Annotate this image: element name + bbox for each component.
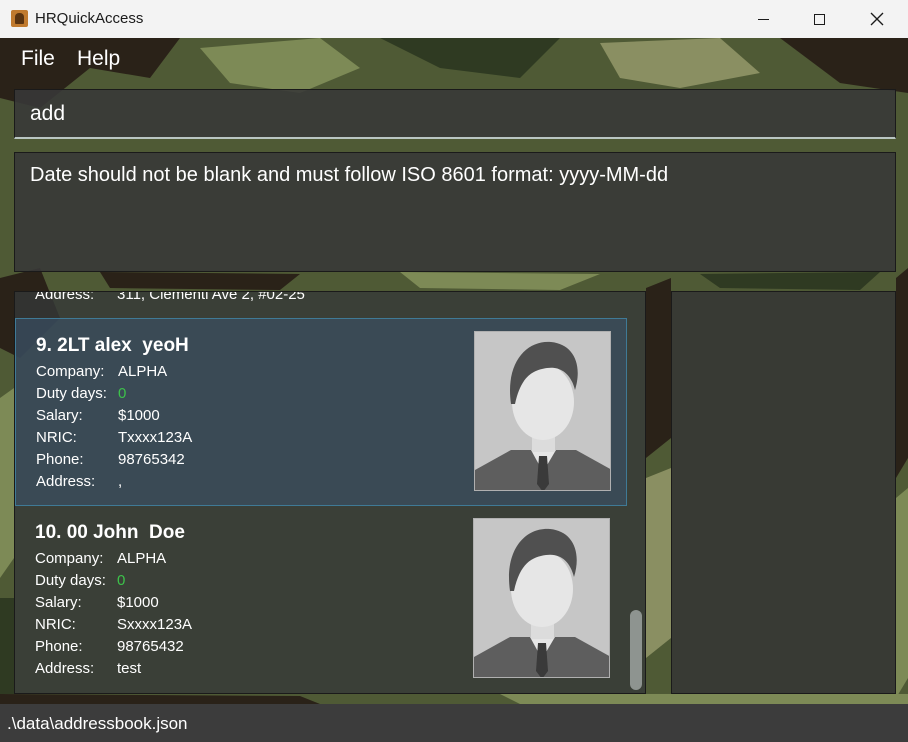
- profile-photo: [473, 518, 610, 678]
- phone-value: 98765342: [118, 451, 185, 468]
- person-avatar-icon: [474, 519, 609, 677]
- address-label: Address:: [35, 291, 95, 303]
- duty-days-value: 0: [117, 572, 126, 589]
- company-label: Company:: [35, 550, 104, 567]
- result-message: Date should not be blank and must follow…: [30, 164, 669, 186]
- result-display: Date should not be blank and must follow…: [14, 152, 896, 272]
- person-avatar-icon: [475, 332, 610, 490]
- status-bar: .\data\addressbook.json: [0, 704, 908, 742]
- details-panel: [671, 291, 896, 694]
- close-button[interactable]: [848, 0, 906, 38]
- duty-days-label: Duty days:: [36, 385, 107, 402]
- command-input[interactable]: add: [14, 89, 896, 139]
- app-contact-icon: [11, 10, 28, 27]
- command-input-value: add: [30, 102, 66, 125]
- address-value: 311, Clementi Ave 2, #02-25: [117, 291, 305, 303]
- menu-help[interactable]: Help: [77, 47, 120, 71]
- close-icon: [870, 12, 884, 26]
- person-card[interactable]: 10. 00 John Doe Company: ALPHA Duty days…: [15, 506, 627, 693]
- phone-label: Phone:: [35, 638, 83, 655]
- phone-label: Phone:: [36, 451, 84, 468]
- nric-label: NRIC:: [36, 429, 77, 446]
- address-label: Address:: [36, 473, 96, 490]
- maximize-icon: [813, 13, 825, 25]
- salary-label: Salary:: [35, 594, 82, 611]
- company-label: Company:: [36, 363, 105, 380]
- person-card-partial[interactable]: Address: 311, Clementi Ave 2, #02-25: [35, 291, 610, 303]
- address-value: ,: [118, 473, 123, 490]
- person-card[interactable]: 9. 2LT alex yeoH Company: ALPHA Duty day…: [15, 318, 627, 506]
- minimize-button[interactable]: [734, 0, 792, 38]
- address-label: Address:: [35, 660, 95, 677]
- menu-file[interactable]: File: [21, 47, 55, 71]
- person-name: 9. 2LT alex yeoH: [36, 335, 189, 356]
- data-file-path: .\data\addressbook.json: [7, 714, 188, 733]
- salary-value: $1000: [117, 594, 159, 611]
- salary-label: Salary:: [36, 407, 83, 424]
- nric-label: NRIC:: [35, 616, 76, 633]
- minimize-icon: [757, 18, 769, 20]
- profile-photo: [474, 331, 611, 491]
- nric-value: Txxxx123A: [118, 429, 193, 446]
- maximize-button[interactable]: [790, 0, 848, 38]
- address-value: test: [117, 660, 142, 677]
- company-value: ALPHA: [118, 363, 168, 380]
- salary-value: $1000: [118, 407, 160, 424]
- person-list[interactable]: Address: 311, Clementi Ave 2, #02-25 9. …: [14, 291, 646, 694]
- nric-value: Sxxxx123A: [117, 616, 193, 633]
- duty-days-value: 0: [118, 385, 127, 402]
- phone-value: 98765432: [117, 638, 184, 655]
- profile-photo: [473, 291, 610, 292]
- menu-bar: File Help: [0, 38, 908, 84]
- company-value: ALPHA: [117, 550, 167, 567]
- app-content: File Help add Date should not be blank a…: [0, 38, 908, 742]
- window-title: HRQuickAccess: [35, 10, 144, 27]
- person-avatar-icon: [474, 291, 610, 292]
- list-scrollbar-thumb[interactable]: [630, 610, 642, 690]
- person-name: 10. 00 John Doe: [35, 522, 185, 543]
- duty-days-label: Duty days:: [35, 572, 106, 589]
- title-bar: HRQuickAccess: [0, 0, 908, 38]
